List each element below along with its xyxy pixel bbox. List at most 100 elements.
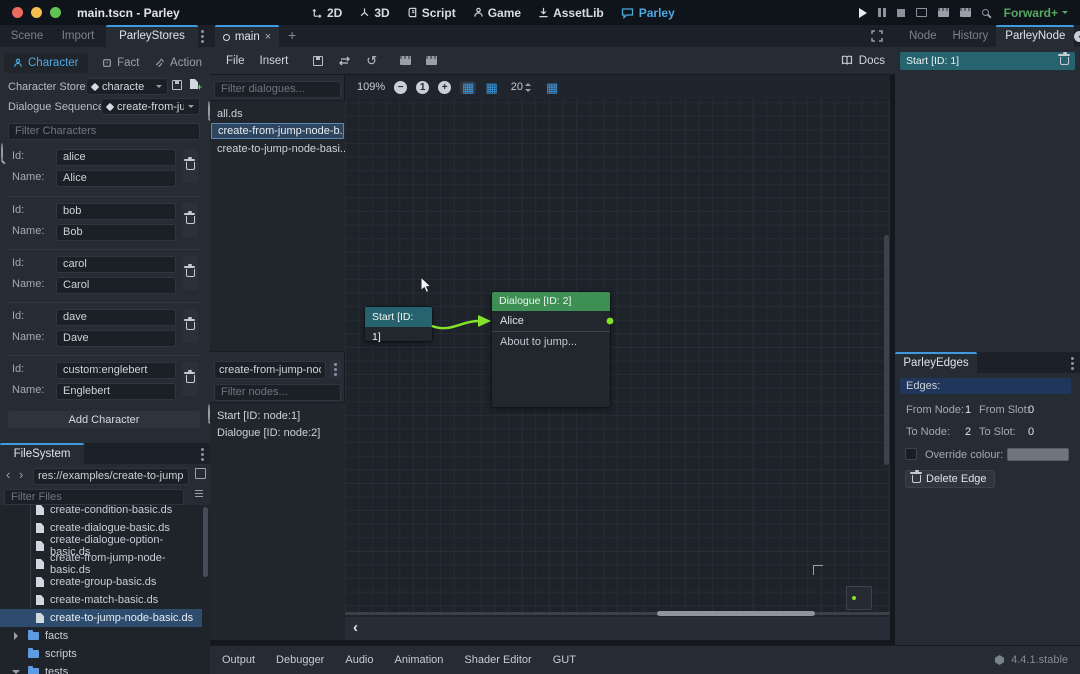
character-id-input[interactable] <box>56 203 176 220</box>
character-id-input[interactable] <box>56 149 176 166</box>
close-tab-icon[interactable]: × <box>265 28 271 47</box>
minimap-toggle-icon[interactable]: ▦ <box>546 81 558 94</box>
stop-button[interactable] <box>897 9 905 17</box>
edges-menu-icon[interactable] <box>1066 355 1078 371</box>
tab-history[interactable]: History <box>945 25 997 47</box>
workspace-script[interactable]: Script <box>407 6 456 20</box>
tab-filesystem[interactable]: FileSystem <box>0 443 84 464</box>
character-name-input[interactable] <box>56 330 176 347</box>
character-id-input[interactable] <box>56 362 176 379</box>
filter-nodes-input[interactable] <box>214 384 341 401</box>
override-colour-checkbox[interactable] <box>905 448 917 460</box>
save-store-button[interactable] <box>172 80 182 90</box>
file-row[interactable]: create-group-basic.ds <box>0 573 202 591</box>
zoom-in-button[interactable]: + <box>438 81 451 94</box>
save-button[interactable] <box>313 56 323 66</box>
tab-parleyedges[interactable]: ParleyEdges <box>895 352 977 373</box>
docs-button[interactable]: Docs <box>841 55 885 67</box>
panel-gut[interactable]: GUT <box>553 654 576 666</box>
snap-distance-value[interactable]: 20 <box>511 81 523 93</box>
zoom-session-icon[interactable] <box>982 9 989 16</box>
tab-node[interactable]: Node <box>901 25 945 47</box>
delete-edge-button[interactable]: Delete Edge <box>905 470 995 488</box>
workspace-2d[interactable]: 2D <box>312 6 342 20</box>
tab-scene[interactable]: Scene <box>4 25 50 47</box>
vertical-scrollbar[interactable] <box>884 235 889 465</box>
filesystem-path-input[interactable] <box>33 468 189 485</box>
graph-node-dialogue[interactable]: Dialogue [ID: 2] Alice About to jump... <box>492 292 610 407</box>
character-id-input[interactable] <box>56 256 176 273</box>
zoom-window-button[interactable] <box>50 7 61 18</box>
history-back-icon[interactable]: ‹ <box>1074 31 1080 42</box>
new-tab-button[interactable]: + <box>288 27 296 43</box>
tab-fact[interactable]: Fact <box>102 57 139 69</box>
node-list-item[interactable]: Dialogue [ID: node:2] <box>210 425 345 442</box>
file-row[interactable]: create-match-basic.ds <box>0 591 202 609</box>
snap-grid-toggle-icon[interactable]: ▦ <box>460 81 476 94</box>
filter-files-input[interactable] <box>4 489 184 505</box>
delete-character-button[interactable] <box>182 149 198 183</box>
sort-files-icon[interactable] <box>195 489 205 499</box>
dialogue-sequence-dropdown[interactable]: create-from-ju <box>101 98 200 115</box>
character-id-input[interactable] <box>56 309 176 326</box>
undo-icon[interactable]: ↺ <box>366 54 377 68</box>
sidebar-collapse-bar[interactable]: ‹ <box>345 617 890 640</box>
dock-menu-icon[interactable] <box>196 28 208 44</box>
delete-character-button[interactable] <box>182 362 198 396</box>
test-dialogue-from-icon[interactable] <box>426 56 437 65</box>
override-colour-swatch[interactable] <box>1007 448 1069 461</box>
character-name-input[interactable] <box>56 277 176 294</box>
filter-characters-input[interactable] <box>8 123 200 140</box>
file-tree-scrollbar[interactable] <box>203 507 208 577</box>
panel-output[interactable]: Output <box>222 654 255 666</box>
graph-node-start[interactable]: Start [ID: 1] <box>365 307 432 341</box>
file-row-selected[interactable]: create-to-jump-node-basic.ds <box>0 609 202 627</box>
filesystem-menu-icon[interactable] <box>196 446 208 462</box>
minimize-window-button[interactable] <box>31 7 42 18</box>
dialogue-node-header[interactable]: Dialogue [ID: 2] <box>492 292 610 311</box>
collapse-arrow-icon[interactable] <box>12 670 20 674</box>
character-name-input[interactable] <box>56 224 176 241</box>
folder-row[interactable]: tests <box>0 663 202 674</box>
character-name-input[interactable] <box>56 170 176 187</box>
file-menu[interactable]: File <box>226 55 245 67</box>
expand-arrow-icon[interactable] <box>14 632 22 640</box>
delete-character-button[interactable] <box>182 309 198 343</box>
zoom-out-button[interactable]: − <box>394 81 407 94</box>
nav-back-icon[interactable]: ‹ <box>6 466 10 483</box>
play-button[interactable] <box>859 8 867 18</box>
sequence-title-input[interactable] <box>214 361 326 379</box>
tab-import[interactable]: Import <box>52 25 104 47</box>
delete-node-icon[interactable] <box>1060 57 1069 65</box>
start-node-header[interactable]: Start [ID: 1] <box>365 307 432 327</box>
dialogue-text-row[interactable]: About to jump... <box>492 332 610 352</box>
dialogue-file-item[interactable]: all.ds <box>210 106 345 122</box>
delete-character-button[interactable] <box>182 256 198 290</box>
show-grid-toggle-icon[interactable]: ▦ <box>485 81 497 94</box>
delete-character-button[interactable] <box>182 203 198 237</box>
tab-character[interactable]: Character <box>4 53 88 73</box>
insert-menu[interactable]: Insert <box>260 55 289 67</box>
graph-canvas[interactable]: 109% − 1 + ▦ ▦ 20 ▦ Start [ID: 1] Dialog… <box>345 75 890 617</box>
workspace-parley[interactable]: Parley <box>621 6 675 20</box>
collapse-chevron-icon[interactable]: ‹ <box>353 617 358 639</box>
panel-debugger[interactable]: Debugger <box>276 654 324 666</box>
file-row[interactable]: create-condition-basic.ds <box>0 505 202 519</box>
sequence-menu-button[interactable] <box>330 360 341 378</box>
tab-parleystores[interactable]: ParleyStores <box>106 25 198 47</box>
workspace-assetlib[interactable]: AssetLib <box>538 6 604 20</box>
new-store-button[interactable]: + <box>190 79 198 89</box>
nav-forward-icon[interactable]: › <box>19 466 23 483</box>
selected-node-header[interactable]: Start [ID: 1] <box>900 52 1075 70</box>
renderer-dropdown[interactable]: Forward+ <box>1004 6 1068 20</box>
character-store-dropdown[interactable]: characte <box>86 78 168 95</box>
character-name-input[interactable] <box>56 383 176 400</box>
panel-audio[interactable]: Audio <box>345 654 373 666</box>
remote-debug-icon[interactable] <box>916 8 927 17</box>
tab-parleynode[interactable]: ParleyNode <box>996 25 1074 47</box>
graph-minimap[interactable] <box>846 586 872 610</box>
dialogue-file-item-selected[interactable]: create-from-jump-node-b... <box>211 123 344 139</box>
add-character-button[interactable]: Add Character <box>8 411 200 428</box>
tab-main[interactable]: main × <box>215 25 279 47</box>
close-window-button[interactable] <box>12 7 23 18</box>
